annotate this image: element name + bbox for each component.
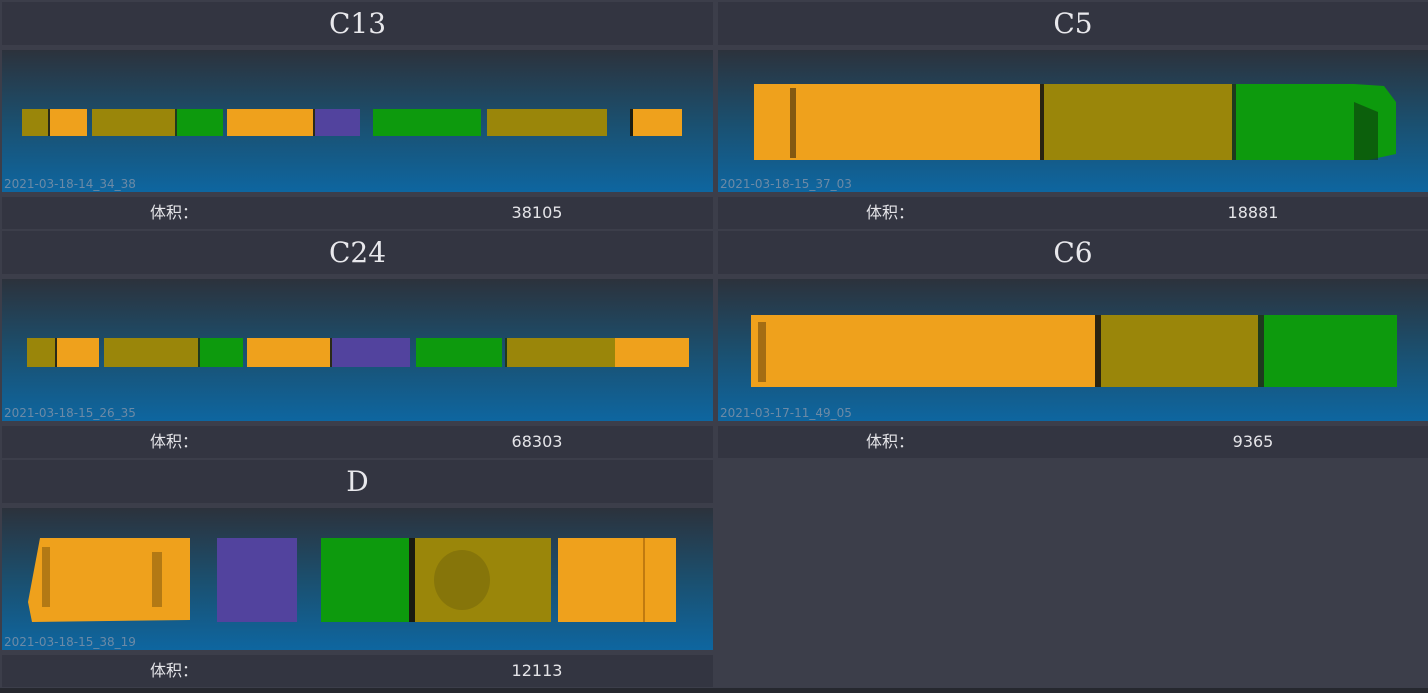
panel-title: C24 [2,231,713,274]
panel-d[interactable]: D 2021-03-18-15_38_19 体积： 12113 [2,460,713,688]
panel-title: C6 [718,231,1428,274]
volume-row: 体积： 12113 [2,655,713,687]
volume-label: 体积： [150,203,199,222]
volume-value: 12113 [511,661,563,680]
scan-view[interactable]: 2021-03-18-15_26_35 [2,279,713,421]
scan-render [28,538,676,622]
volume-label: 体积： [866,432,915,451]
volume-value: 18881 [1227,203,1279,222]
panel-c13[interactable]: C13 2021-03-18-14_34_38 体积： 38105 [2,2,713,230]
panel-title: C5 [718,2,1428,45]
scan-timestamp: 2021-03-18-14_34_38 [4,177,136,191]
scan-timestamp: 2021-03-18-15_37_03 [720,177,852,191]
volume-value: 68303 [511,432,563,451]
scan-render [27,338,689,367]
scan-timestamp: 2021-03-17-11_49_05 [720,406,852,420]
volume-row: 体积： 68303 [2,426,713,458]
scan-view[interactable]: 2021-03-17-11_49_05 [718,279,1428,421]
panel-c6[interactable]: C6 2021-03-17-11_49_05 体积： 9365 [718,231,1428,459]
scan-timestamp: 2021-03-18-15_26_35 [4,406,136,420]
scan-render [751,315,1397,387]
panel-c5[interactable]: C5 2021-03-18-15_37_03 体积： 18881 [718,2,1428,230]
volume-row: 体积： 9365 [718,426,1428,458]
scan-view[interactable]: 2021-03-18-15_37_03 [718,50,1428,192]
volume-row: 体积： 18881 [718,197,1428,229]
scan-view[interactable]: 2021-03-18-14_34_38 [2,50,713,192]
scan-render [754,84,1396,160]
scan-render [22,109,682,136]
volume-label: 体积： [150,661,199,680]
volume-label: 体积： [150,432,199,451]
volume-value: 9365 [1232,432,1274,451]
panel-c24[interactable]: C24 2021-03-18-15_26_35 体积： 68303 [2,231,713,459]
volume-label: 体积： [866,203,915,222]
scan-view[interactable]: 2021-03-18-15_38_19 [2,508,713,650]
panel-title: D [2,460,713,503]
volume-row: 体积： 38105 [2,197,713,229]
panel-title: C13 [2,2,713,45]
volume-value: 38105 [511,203,563,222]
bottom-strip [0,688,1428,693]
scan-timestamp: 2021-03-18-15_38_19 [4,635,136,649]
